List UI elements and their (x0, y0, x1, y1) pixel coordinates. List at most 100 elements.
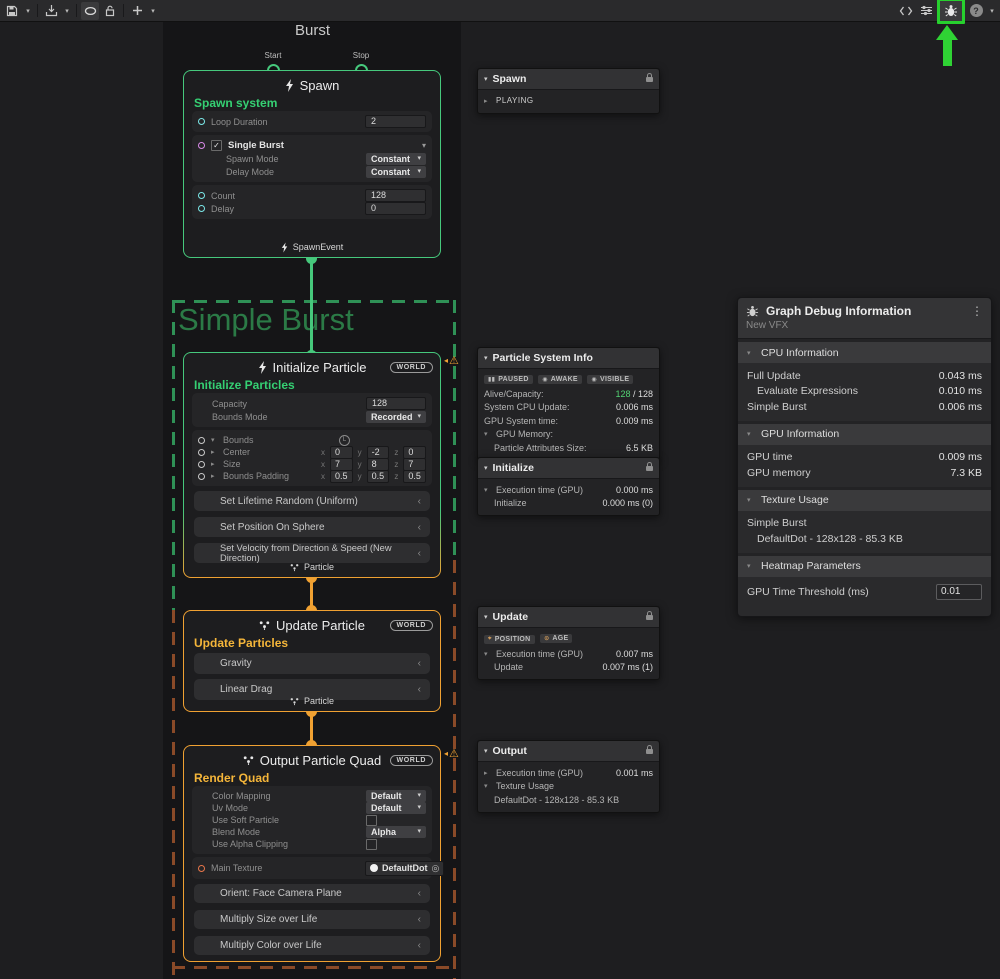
world-space-badge[interactable]: WORLD (390, 620, 433, 631)
kebab-menu-icon[interactable]: ⋮ (971, 304, 983, 318)
expander-closed-icon[interactable]: ▸ (211, 448, 219, 456)
expander-open-icon[interactable]: ▾ (484, 650, 492, 658)
expander-closed-icon[interactable]: ▸ (484, 769, 492, 777)
single-burst-checkbox[interactable]: ✓ (211, 140, 222, 151)
expander-open-icon[interactable]: ▾ (484, 486, 492, 494)
padding-z-field[interactable]: 0.5 (403, 470, 426, 483)
block-multiply-size[interactable]: Multiply Size over Life ‹ (194, 910, 430, 929)
padding-x-field[interactable]: 0.5 (330, 470, 353, 483)
system-info-header[interactable]: ▾ Particle System Info (478, 348, 659, 369)
center-port[interactable] (198, 449, 205, 456)
bounds-padding-port[interactable] (198, 473, 205, 480)
expander-open-icon[interactable]: ▾ (484, 782, 492, 790)
blend-mode-dropdown[interactable]: Alpha▾ (366, 826, 426, 838)
block-set-lifetime[interactable]: Set Lifetime Random (Uniform) ‹ (194, 491, 430, 511)
main-texture-object-field[interactable]: DefaultDot ◎ (365, 861, 444, 876)
spawn-node-header[interactable]: Spawn (184, 71, 440, 93)
save-button[interactable] (3, 2, 21, 20)
lock-icon[interactable] (646, 77, 653, 82)
collapse-icon[interactable]: ‹ (418, 940, 421, 951)
heatmap-parameters-section-header[interactable]: ▾ Heatmap Parameters (738, 556, 991, 577)
block-gravity[interactable]: Gravity ‹ (194, 653, 430, 674)
age-badge: ⊙AGE (540, 634, 572, 643)
add-dropdown[interactable]: ▾ (148, 2, 158, 20)
expander-open-icon[interactable]: ▾ (484, 430, 492, 438)
block-orient[interactable]: Orient: Face Camera Plane ‹ (194, 884, 430, 903)
collapse-icon[interactable]: ‹ (418, 496, 421, 507)
toolbar-overflow-dropdown[interactable]: ▾ (987, 2, 997, 20)
add-button[interactable] (128, 2, 146, 20)
cpu-information-section-header[interactable]: ▾ CPU Information (738, 342, 991, 363)
loop-duration-port[interactable] (198, 118, 205, 125)
bounds-mode-dropdown[interactable]: Recorded▾ (366, 411, 426, 423)
save-dropdown[interactable]: ▾ (23, 2, 33, 20)
spawn-node[interactable]: Spawn Spawn system Loop Duration 2 ✓ Sin… (183, 70, 441, 258)
alpha-clipping-checkbox[interactable] (366, 839, 377, 850)
annotation-arrow (936, 25, 958, 67)
world-space-badge[interactable]: WORLD (390, 362, 433, 373)
bounds-port[interactable] (198, 437, 205, 444)
soft-particle-checkbox[interactable] (366, 815, 377, 826)
compile-dropdown[interactable]: ▾ (62, 2, 72, 20)
output-panel-header[interactable]: ▾ Output (478, 741, 659, 762)
expander-closed-icon[interactable]: ▸ (211, 472, 219, 480)
block-set-position-sphere[interactable]: Set Position On Sphere ‹ (194, 517, 430, 537)
lock-icon[interactable] (646, 466, 653, 471)
collapse-icon[interactable]: ‹ (418, 522, 421, 533)
padding-y-field[interactable]: 0.5 (367, 470, 390, 483)
warn-arrow-icon: ◂ (444, 356, 448, 365)
linked-icon[interactable]: L (339, 435, 350, 446)
full-update-label: Full Update (747, 370, 801, 382)
count-port[interactable] (198, 192, 205, 199)
update-panel-header[interactable]: ▾ Update (478, 607, 659, 628)
update-node[interactable]: Update Particle WORLD Update Particles G… (183, 610, 441, 712)
single-burst-port[interactable] (198, 142, 205, 149)
lock-button[interactable] (101, 2, 119, 20)
control-settings-button[interactable] (917, 2, 935, 20)
compile-button[interactable] (42, 2, 60, 20)
initialize-panel-header[interactable]: ▾ Initialize (478, 458, 659, 479)
system-group-label[interactable]: Simple Burst (178, 302, 354, 338)
world-space-badge[interactable]: WORLD (390, 755, 433, 766)
output-node[interactable]: Output Particle Quad WORLD Render Quad C… (183, 745, 441, 962)
delay-mode-dropdown[interactable]: Constant▾ (366, 166, 426, 178)
main-texture-port[interactable] (198, 865, 205, 872)
block-multiply-color[interactable]: Multiply Color over Life ‹ (194, 936, 430, 955)
size-port[interactable] (198, 461, 205, 468)
expander-closed-icon[interactable]: ▸ (211, 460, 219, 468)
show-code-button[interactable] (897, 2, 915, 20)
collapse-icon[interactable]: ‹ (418, 888, 421, 899)
loop-duration-field[interactable]: 2 (365, 115, 426, 128)
single-burst-block[interactable]: ✓ Single Burst ▾ Spawn Mode Constant▾ De… (192, 135, 432, 182)
link-toggle-button[interactable] (81, 2, 99, 20)
object-picker-icon[interactable]: ◎ (432, 863, 440, 874)
lock-icon[interactable] (646, 749, 653, 754)
texture-usage-section-header[interactable]: ▾ Texture Usage (738, 490, 991, 511)
gpu-information-section-header[interactable]: ▾ GPU Information (738, 424, 991, 445)
graph-debug-header[interactable]: Graph Debug Information ⋮ (738, 298, 991, 320)
unlock-icon (105, 5, 115, 17)
expander-open-icon[interactable]: ▾ (211, 436, 219, 444)
uv-mode-dropdown[interactable]: Default▾ (366, 802, 426, 814)
debug-panel-button[interactable] (937, 0, 965, 24)
help-button[interactable]: ? (967, 2, 985, 20)
delay-port[interactable] (198, 205, 205, 212)
spawn-panel-header[interactable]: ▾ Spawn (478, 69, 659, 90)
chevron-down-icon[interactable]: ▾ (422, 141, 426, 150)
count-field[interactable]: 128 (365, 189, 426, 202)
particle-attributes-value: 6.5 KB (626, 443, 653, 453)
output-exec-value: 0.001 ms (616, 768, 653, 778)
gpu-threshold-input[interactable] (936, 584, 982, 600)
expander-closed-icon[interactable]: ▸ (484, 97, 492, 105)
capacity-field[interactable]: 128 (366, 397, 426, 410)
collapse-icon[interactable]: ‹ (418, 548, 421, 559)
output-warning[interactable]: ◂ ⚠ (444, 747, 459, 760)
collapse-icon[interactable]: ‹ (418, 914, 421, 925)
spawn-mode-dropdown[interactable]: Constant▾ (366, 153, 426, 165)
initialize-warning[interactable]: ◂ ⚠ (444, 354, 459, 367)
collapse-icon[interactable]: ‹ (418, 658, 421, 669)
lock-icon[interactable] (646, 615, 653, 620)
delay-field[interactable]: 0 (365, 202, 426, 215)
initialize-node[interactable]: Initialize Particle WORLD Initialize Par… (183, 352, 441, 578)
color-mapping-dropdown[interactable]: Default▾ (366, 790, 426, 802)
